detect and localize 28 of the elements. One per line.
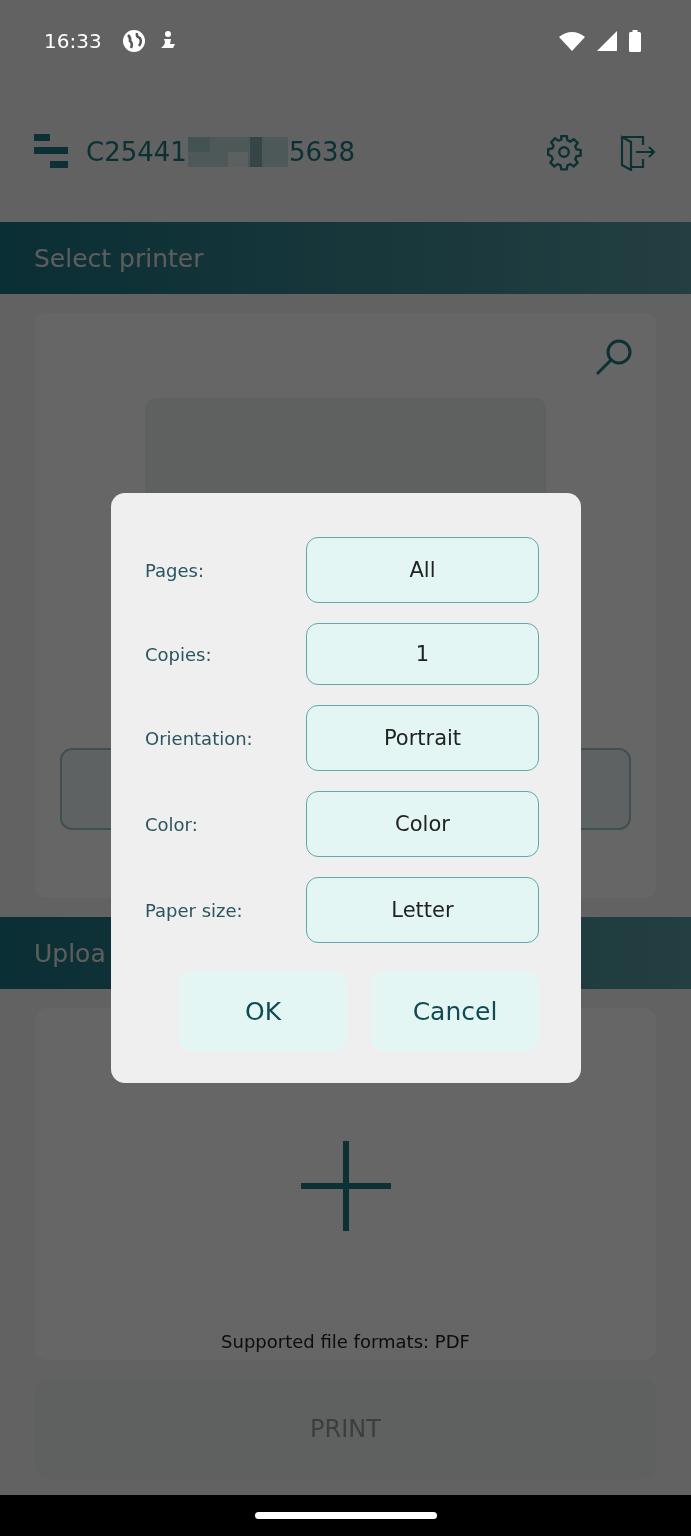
- option-field[interactable]: Portrait: [306, 705, 539, 771]
- cancel-button[interactable]: Cancel: [371, 971, 539, 1051]
- ok-button[interactable]: OK: [179, 971, 347, 1051]
- battery-icon: [629, 30, 641, 52]
- add-icon[interactable]: [300, 1141, 391, 1231]
- signal-icon: [597, 31, 617, 51]
- option-label: Paper size:: [145, 899, 243, 921]
- option-field[interactable]: Letter: [306, 877, 539, 943]
- status-time: 16:33: [44, 29, 102, 53]
- option-field[interactable]: All: [306, 537, 539, 603]
- settings-icon[interactable]: [545, 133, 583, 171]
- file-format-hint: Supported file formats: PDF: [221, 1331, 470, 1352]
- device-id: C25441: [86, 137, 187, 167]
- device-id: 5638: [288, 137, 356, 167]
- option-field[interactable]: Color: [306, 791, 539, 857]
- globe-icon: [121, 29, 146, 53]
- option-label: Pages:: [145, 559, 205, 581]
- home-indicator[interactable]: [254, 1512, 437, 1519]
- section-title: Select printer: [34, 243, 204, 273]
- option-label: Copies:: [145, 643, 212, 665]
- option-label: Orientation:: [145, 727, 253, 749]
- search-icon[interactable]: [594, 337, 634, 377]
- option-field[interactable]: 1: [306, 623, 539, 685]
- wifi-icon: [559, 31, 585, 51]
- option-label: Color:: [145, 813, 198, 835]
- logout-icon[interactable]: [619, 133, 657, 171]
- section-title: Uploa: [34, 938, 106, 968]
- logo-icon: [34, 134, 70, 170]
